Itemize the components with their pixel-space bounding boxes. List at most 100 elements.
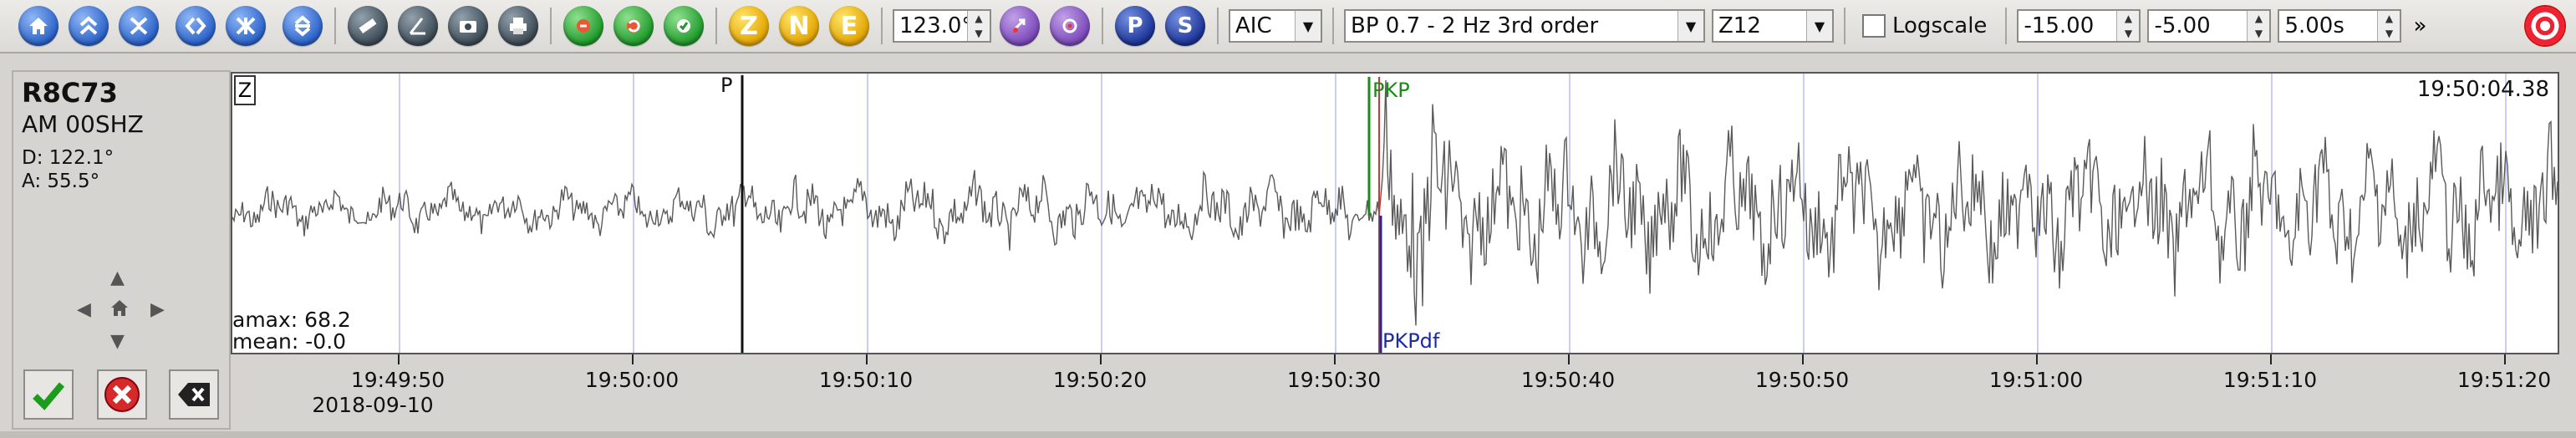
- station-code: R8C73: [22, 77, 118, 109]
- skip-end-icon[interactable]: [226, 6, 266, 46]
- ruler-icon[interactable]: [348, 6, 388, 46]
- waveform-line: [232, 79, 2558, 326]
- pick-label-pkp: PKP: [1372, 79, 1410, 102]
- nav-home-icon[interactable]: [109, 298, 130, 324]
- station-azimuth: A: 55.5°: [22, 171, 100, 192]
- polarization-icon[interactable]: [1050, 6, 1090, 46]
- time-max-stepper[interactable]: ▲ ▼: [2247, 11, 2270, 41]
- logscale-label: Logscale: [1892, 13, 1988, 38]
- window-length-stepper[interactable]: ▲ ▼: [2377, 11, 2400, 41]
- chevron-down-icon[interactable]: ▼: [1295, 11, 1321, 41]
- filter-value: BP 0.7 - 2 Hz 3rd order: [1351, 13, 1599, 38]
- fit-left-right-icon[interactable]: [176, 6, 216, 46]
- axis-tick-label: 19:50:20: [1052, 368, 1148, 392]
- clear-button[interactable]: [169, 369, 219, 420]
- toolbar: Z N E 123.0° ▲ ▼ P S AIC ▼ BP 0.7 - 2 Hz …: [0, 0, 2576, 53]
- station-distance: D: 122.1°: [22, 147, 115, 169]
- pick-label-p: P: [720, 74, 733, 97]
- reject-button[interactable]: [97, 369, 147, 420]
- amplitude-max: amax: 68.2: [232, 308, 351, 332]
- pick-label-pkpdf: PKPdf: [1382, 329, 1440, 353]
- toolbar-separator: [1217, 8, 1219, 44]
- home-icon[interactable]: [18, 6, 59, 46]
- nav-right-icon[interactable]: ▶: [150, 299, 165, 320]
- axis-tick: [1334, 354, 1336, 364]
- component-indicator: Z: [234, 75, 256, 105]
- axis-tick-label: 19:50:50: [1754, 368, 1850, 392]
- station-panel: R8C73 AM 00SHZ D: 122.1° A: 55.5° ▲ ◀ ▶ …: [12, 70, 231, 430]
- axis-tick-label: 19:51:00: [1988, 368, 2084, 392]
- check-icon: [33, 382, 65, 410]
- axis-tick: [866, 354, 868, 364]
- component-e-button[interactable]: E: [829, 6, 869, 46]
- target-icon[interactable]: [2526, 7, 2564, 45]
- logscale-checkbox[interactable]: [1862, 14, 1886, 38]
- time-max-value: -5.00: [2154, 13, 2211, 38]
- axis-tick: [1802, 354, 1804, 364]
- axis-tick-label: 19:50:40: [1520, 368, 1616, 392]
- axis-tick: [2036, 354, 2038, 364]
- toolbar-separator: [334, 8, 336, 44]
- axis-tick: [2270, 354, 2272, 364]
- axis-tick-label: 19:50:00: [584, 368, 680, 392]
- component-n-button[interactable]: N: [779, 6, 819, 46]
- clear-icon: [178, 383, 210, 406]
- trace-clock: 19:50:04.38: [2416, 77, 2549, 102]
- align-icon[interactable]: [283, 6, 323, 46]
- phase-p-button[interactable]: P: [1115, 6, 1155, 46]
- component-z-button[interactable]: Z: [729, 6, 769, 46]
- close-circle-icon: [104, 377, 140, 412]
- chevron-down-icon[interactable]: ▼: [1806, 11, 1832, 41]
- phase-p-label: P: [1127, 13, 1143, 38]
- seismogram-trace: [232, 74, 2558, 353]
- axis-tick-label: 19:51:20: [2456, 368, 2552, 392]
- axis-tick: [398, 354, 400, 364]
- picker-method-select[interactable]: AIC ▼: [1229, 9, 1322, 43]
- nav-down-icon[interactable]: ▼: [110, 331, 125, 352]
- print-icon[interactable]: [498, 6, 538, 46]
- angle-icon[interactable]: [398, 6, 438, 46]
- amplitude-mean: mean: -0.0: [232, 329, 347, 354]
- toolbar-overflow-button[interactable]: »: [2413, 13, 2426, 38]
- window-length-value: 5.00s: [2284, 13, 2344, 38]
- toolbar-separator: [1102, 8, 1103, 44]
- axis-tick-label: 19:50:10: [818, 368, 914, 392]
- azimuth-stepper[interactable]: ▲ ▼: [967, 11, 990, 41]
- filter-select[interactable]: BP 0.7 - 2 Hz 3rd order ▼: [1344, 9, 1705, 43]
- toolbar-separator: [1844, 8, 1845, 44]
- channel-select[interactable]: Z12 ▼: [1712, 9, 1834, 43]
- time-max-spinbox[interactable]: -5.00 ▲ ▼: [2147, 9, 2272, 43]
- phase-s-button[interactable]: S: [1165, 6, 1205, 46]
- collapse-icon[interactable]: [119, 6, 159, 46]
- pick-s-icon[interactable]: [613, 6, 654, 46]
- nav-up-icon[interactable]: ▲: [110, 267, 125, 288]
- axis-tick: [2504, 354, 2506, 364]
- axis-tick-label: 19:50:30: [1286, 368, 1382, 392]
- axis-date-label: 2018-09-10: [312, 393, 434, 417]
- expand-up-icon[interactable]: [69, 6, 109, 46]
- toolbar-separator: [715, 8, 717, 44]
- picker-method-value: AIC: [1235, 13, 1272, 38]
- camera-icon[interactable]: [448, 6, 488, 46]
- axis-tick-label: 19:51:10: [2222, 368, 2318, 392]
- toolbar-separator: [550, 8, 552, 44]
- toolbar-separator: [2005, 8, 2008, 44]
- time-min-stepper[interactable]: ▲ ▼: [2116, 11, 2140, 41]
- station-channel: AM 00SHZ: [22, 110, 144, 138]
- phase-s-label: S: [1177, 13, 1194, 38]
- time-min-spinbox[interactable]: -15.00 ▲ ▼: [2017, 9, 2141, 43]
- pick-p-icon[interactable]: [563, 6, 603, 46]
- seismogram-trace-area[interactable]: Z 19:50:04.38 P PKP PKPdf amax: 68.2 mea…: [231, 72, 2559, 354]
- azimuth-spinbox[interactable]: 123.0° ▲ ▼: [893, 9, 991, 43]
- axis-tick: [1568, 354, 1570, 364]
- accept-button[interactable]: [23, 369, 74, 420]
- window-length-spinbox[interactable]: 5.00s ▲ ▼: [2278, 9, 2402, 43]
- chevron-down-icon[interactable]: ▼: [1677, 11, 1703, 41]
- nav-left-icon[interactable]: ◀: [77, 299, 91, 320]
- time-min-value: -15.00: [2024, 13, 2095, 38]
- rotate-icon[interactable]: [1000, 6, 1040, 46]
- pick-apply-icon[interactable]: [664, 6, 704, 46]
- channel-select-value: Z12: [1718, 13, 1761, 38]
- axis-tick: [1100, 354, 1102, 364]
- toolbar-separator: [1332, 8, 1334, 44]
